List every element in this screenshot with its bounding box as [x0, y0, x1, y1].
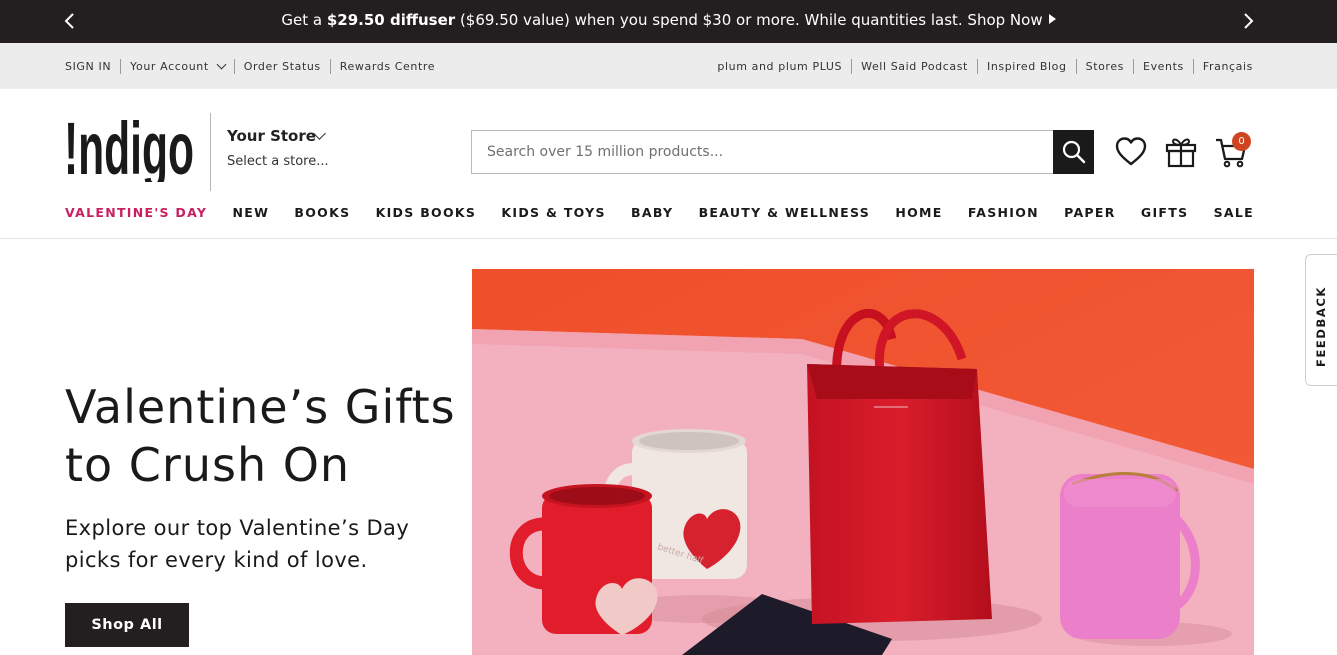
heart-icon[interactable]	[1114, 135, 1148, 169]
logo-text: !ndigo	[64, 112, 194, 182]
nav-item-sale[interactable]: SALE	[1214, 205, 1254, 220]
feedback-tab[interactable]: FEEDBACK	[1305, 254, 1337, 386]
divider	[329, 59, 331, 74]
hero-subtitle: Explore our top Valentine’s Day picks fo…	[65, 516, 410, 572]
promo-prefix: Get a	[281, 11, 327, 29]
nav-item-home[interactable]: HOME	[895, 205, 942, 220]
play-icon	[1048, 14, 1056, 24]
cart-count-badge: 0	[1232, 132, 1251, 151]
divider	[120, 59, 122, 74]
divider	[1133, 59, 1135, 74]
chevron-down-icon[interactable]	[216, 59, 227, 70]
nav-item-fashion[interactable]: FASHION	[968, 205, 1039, 220]
store-selector-title[interactable]: Your Store	[227, 127, 316, 145]
promo-highlight: $29.50 diffuser	[326, 11, 456, 29]
francais-link[interactable]: Français	[1203, 60, 1253, 73]
indigo-logo[interactable]: !ndigo	[64, 112, 196, 182]
nav-item-valentines-day[interactable]: VALENTINE'S DAY	[65, 205, 207, 220]
nav-item-paper[interactable]: PAPER	[1064, 205, 1116, 220]
hero-title: Valentine’s Gifts to Crush On	[65, 380, 456, 492]
search-button[interactable]	[1053, 130, 1094, 174]
nav-item-beauty-wellness[interactable]: BEAUTY & WELLNESS	[699, 205, 871, 220]
your-account-link[interactable]: Your Account	[130, 60, 209, 73]
promo-suffix: ($69.50 value) when you spend $30 or mor…	[455, 11, 1043, 29]
divider	[233, 59, 235, 74]
chevron-right-icon[interactable]	[1238, 11, 1258, 31]
nav-item-kids-books[interactable]: KIDS BOOKS	[376, 205, 477, 220]
divider	[1192, 59, 1194, 74]
nav-item-gifts[interactable]: GIFTS	[1141, 205, 1188, 220]
category-nav: VALENTINE'S DAY NEW BOOKS KIDS BOOKS KID…	[65, 205, 1254, 220]
feedback-label: FEEDBACK	[1314, 286, 1328, 367]
search-icon	[1062, 140, 1085, 164]
stores-link[interactable]: Stores	[1086, 60, 1124, 73]
hero-image[interactable]: better half	[472, 269, 1254, 655]
nav-divider	[0, 238, 1337, 239]
divider	[976, 59, 978, 74]
order-status-link[interactable]: Order Status	[244, 60, 321, 73]
utility-bar: SIGN IN Your Account Order Status Reward…	[0, 43, 1337, 89]
divider	[851, 59, 853, 74]
plum-plus-link[interactable]: plum and plum PLUS	[717, 60, 842, 73]
store-selector-subtitle[interactable]: Select a store...	[227, 154, 329, 169]
sign-in-link[interactable]: SIGN IN	[65, 60, 111, 73]
blog-link[interactable]: Inspired Blog	[987, 60, 1067, 73]
podcast-link[interactable]: Well Said Podcast	[861, 60, 968, 73]
nav-item-kids-toys[interactable]: KIDS & TOYS	[501, 205, 605, 220]
nav-item-new[interactable]: NEW	[232, 205, 269, 220]
gift-icon[interactable]	[1164, 135, 1198, 169]
promo-banner: Get a $29.50 diffuser ($69.50 value) whe…	[0, 0, 1337, 43]
events-link[interactable]: Events	[1143, 60, 1184, 73]
divider	[1075, 59, 1077, 74]
rewards-centre-link[interactable]: Rewards Centre	[340, 60, 435, 73]
nav-item-baby[interactable]: BABY	[631, 205, 673, 220]
shop-all-button[interactable]: Shop All	[65, 603, 189, 647]
header-divider	[210, 113, 211, 191]
search-input[interactable]	[471, 130, 1053, 174]
promo-message[interactable]: Get a $29.50 diffuser ($69.50 value) whe…	[0, 10, 1337, 30]
nav-item-books[interactable]: BOOKS	[294, 205, 350, 220]
